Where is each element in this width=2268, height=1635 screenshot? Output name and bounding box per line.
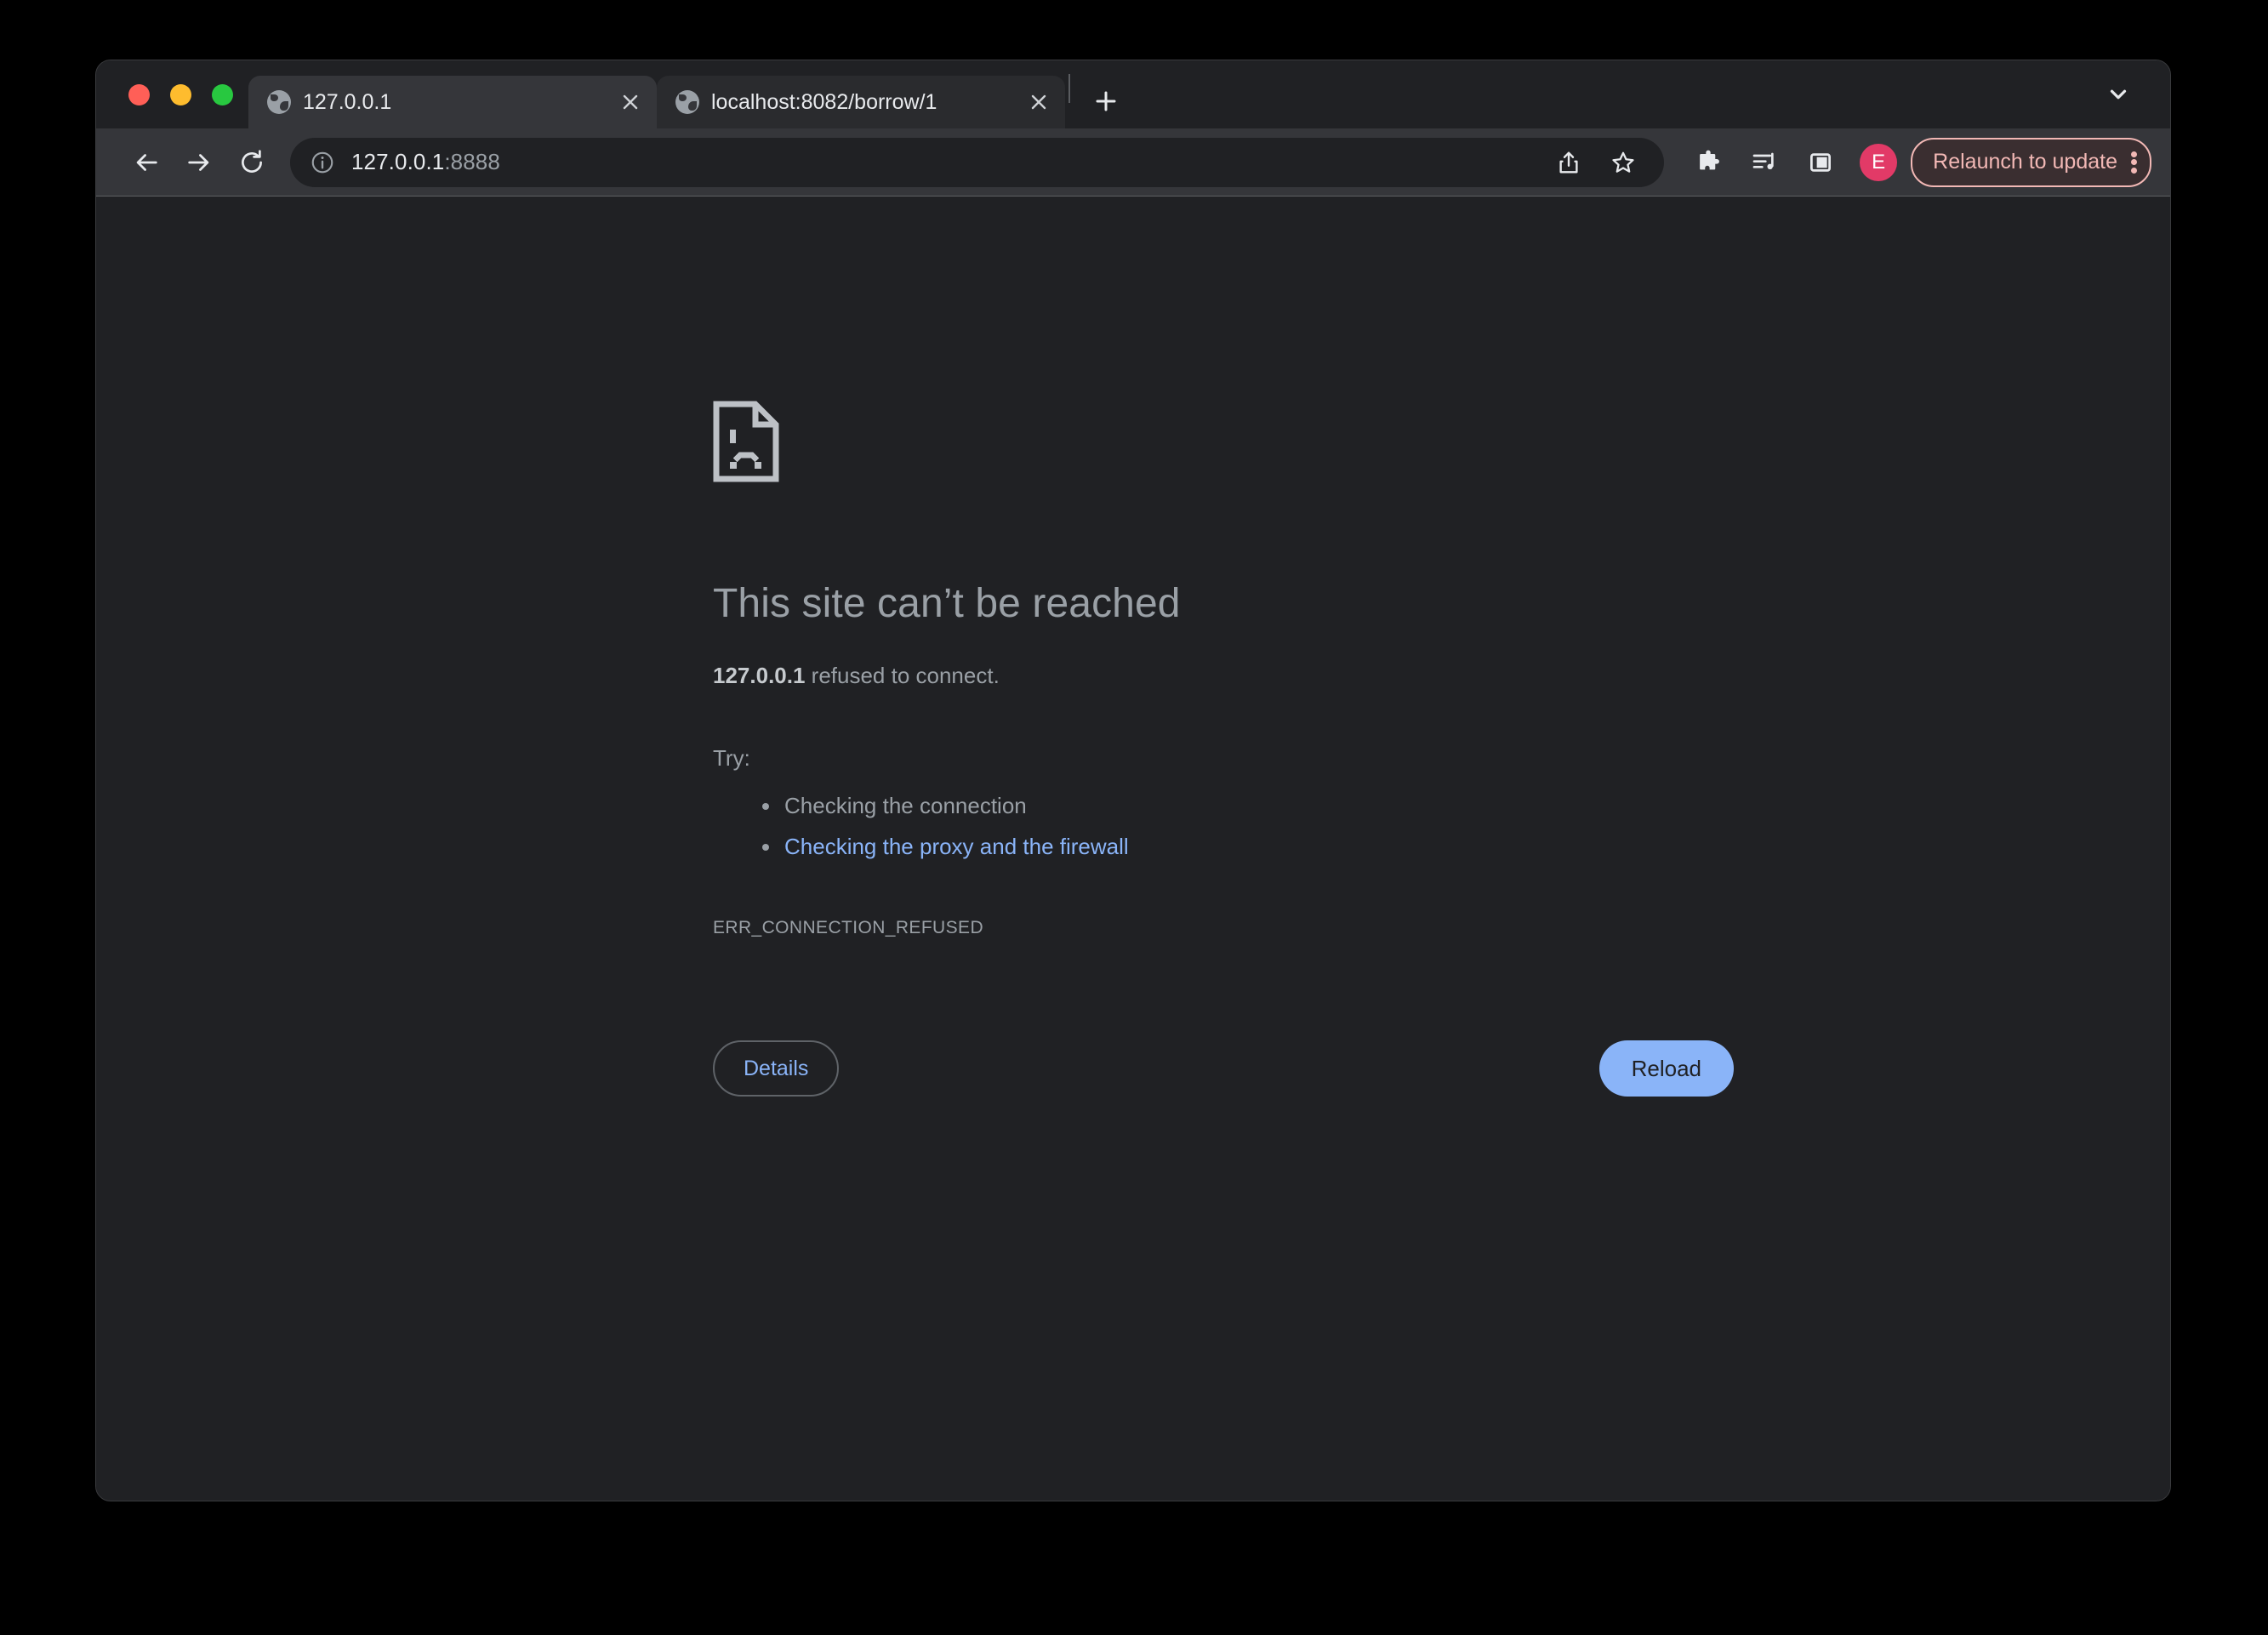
browser-window: 127.0.0.1 localhost:8082/borrow/1 127.0.… xyxy=(95,60,2171,1501)
suggestion-list: Checking the connection Checking the pro… xyxy=(713,785,1819,867)
error-content: This site can’t be reached 127.0.0.1 ref… xyxy=(713,401,1819,1097)
minimize-window-button[interactable] xyxy=(170,83,191,105)
share-icon[interactable] xyxy=(1543,137,1594,188)
tab-title: localhost:8082/borrow/1 xyxy=(711,90,937,114)
tab-127-0-0-1[interactable]: 127.0.0.1 xyxy=(248,76,657,128)
reload-button[interactable]: Reload xyxy=(1598,1040,1734,1097)
relaunch-label: Relaunch to update xyxy=(1933,150,2117,174)
forward-button[interactable] xyxy=(173,136,225,189)
browser-toolbar: 127.0.0.1:8888 E Relaunch to update xyxy=(96,128,2170,197)
extensions-puzzle-icon[interactable] xyxy=(1683,137,1734,188)
bookmark-star-icon[interactable] xyxy=(1598,137,1649,188)
error-page: This site can’t be reached 127.0.0.1 ref… xyxy=(96,197,2170,1500)
error-summary: 127.0.0.1 refused to connect. xyxy=(713,663,1819,689)
tab-strip: 127.0.0.1 localhost:8082/borrow/1 xyxy=(96,60,2170,128)
chrome-menu-icon[interactable] xyxy=(2131,151,2138,174)
error-summary-rest: refused to connect. xyxy=(805,663,1000,688)
url-port: :8888 xyxy=(444,149,500,174)
error-actions: Details Reload xyxy=(713,1040,1734,1097)
page-title: This site can’t be reached xyxy=(713,581,1181,626)
details-button[interactable]: Details xyxy=(713,1040,840,1097)
tab-list: 127.0.0.1 localhost:8082/borrow/1 xyxy=(248,60,1130,128)
new-tab-button[interactable] xyxy=(1082,77,1130,125)
tab-localhost-8082-borrow-1[interactable]: localhost:8082/borrow/1 xyxy=(657,76,1065,128)
reload-page-button[interactable] xyxy=(225,136,278,189)
avatar[interactable]: E xyxy=(1860,143,1898,181)
try-label: Try: xyxy=(713,745,750,771)
globe-icon xyxy=(675,90,699,114)
omnibox-actions xyxy=(1543,137,1649,188)
sad-page-icon xyxy=(713,401,1819,487)
address-bar[interactable]: 127.0.0.1:8888 xyxy=(290,137,1665,188)
tab-title: 127.0.0.1 xyxy=(303,90,392,114)
suggestion-check-proxy-firewall[interactable]: Checking the proxy and the firewall xyxy=(762,826,1819,867)
close-tab-icon[interactable] xyxy=(616,88,645,117)
site-information-icon[interactable] xyxy=(305,145,339,179)
relaunch-to-update-button[interactable]: Relaunch to update xyxy=(1911,137,2151,187)
back-button[interactable] xyxy=(120,136,173,189)
side-panel-icon[interactable] xyxy=(1795,137,1846,188)
window-controls xyxy=(120,60,248,128)
toolbar-right-actions: E Relaunch to update xyxy=(1683,137,2151,188)
tab-separator xyxy=(1068,74,1070,103)
url-text: 127.0.0.1:8888 xyxy=(351,149,500,175)
globe-icon xyxy=(267,90,291,114)
suggestion-check-connection: Checking the connection xyxy=(762,785,1819,826)
error-host: 127.0.0.1 xyxy=(713,663,806,688)
media-control-icon[interactable] xyxy=(1739,137,1790,188)
close-tab-icon[interactable] xyxy=(1024,88,1053,117)
error-code: ERR_CONNECTION_REFUSED xyxy=(713,918,984,937)
tab-search-icon[interactable] xyxy=(2099,77,2138,111)
close-window-button[interactable] xyxy=(128,83,150,105)
url-host: 127.0.0.1 xyxy=(351,149,445,174)
zoom-window-button[interactable] xyxy=(212,83,233,105)
